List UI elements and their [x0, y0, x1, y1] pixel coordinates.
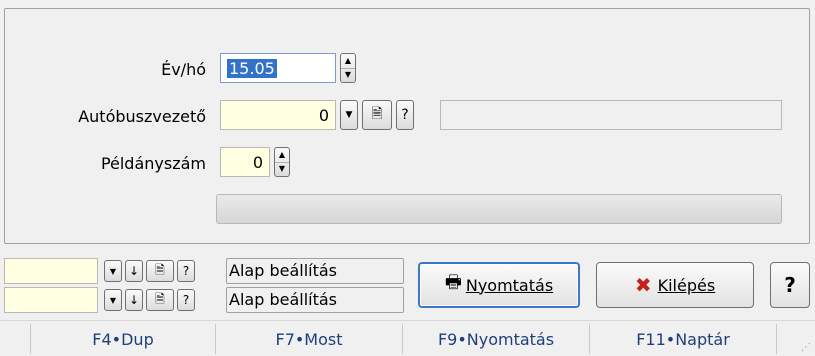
settings-input[interactable] — [4, 287, 98, 313]
spin-up-icon[interactable]: ▲ — [341, 54, 355, 69]
resize-grip-icon[interactable]: ⋰ — [801, 342, 811, 353]
status-f9-nyomtatas[interactable]: F9•Nyomtatás — [403, 321, 589, 356]
peldanyszam-spinner[interactable]: ▲ ▼ — [274, 147, 290, 177]
spin-down-icon[interactable]: ▼ — [275, 163, 289, 177]
status-separator — [776, 324, 777, 354]
arrow-down-icon: ↓ — [128, 293, 140, 307]
ev-ho-field[interactable]: 15.05 — [220, 53, 336, 83]
autobuszvezeto-field[interactable]: 0 — [220, 100, 336, 130]
chevron-down-icon: ▼ — [345, 110, 353, 120]
question-icon: ? — [401, 107, 409, 123]
question-icon: ? — [182, 293, 190, 307]
peldanyszam-label: Példányszám — [100, 154, 206, 173]
spin-down-icon[interactable]: ▼ — [341, 69, 355, 83]
progress-bar — [216, 194, 782, 224]
settings-document-button[interactable]: 🗎 — [146, 289, 174, 311]
settings-row-2: ▼ ↓ 🗎 ? Alap beállítás — [4, 287, 404, 313]
status-f7-most[interactable]: F7•Most — [216, 321, 402, 356]
arrow-down-icon: ↓ — [128, 264, 140, 278]
settings-help-button[interactable]: ? — [177, 289, 195, 311]
exit-button-label: Kilépés — [657, 275, 716, 295]
ev-ho-spinner[interactable]: ▲ ▼ — [340, 53, 356, 83]
settings-dropdown-button[interactable]: ▼ — [104, 289, 122, 311]
settings-label: Alap beállítás — [226, 287, 404, 313]
autobuszvezeto-value: 0 — [318, 105, 329, 125]
print-button[interactable]: 🖶 Nyomtatás — [418, 262, 580, 308]
settings-dropdown-button[interactable]: ▼ — [104, 260, 122, 282]
print-button-label: Nyomtatás — [465, 275, 554, 295]
status-bar: F4•Dup F7•Most F9•Nyomtatás F11•Naptár ⋰ — [0, 320, 815, 356]
settings-down-button[interactable]: ↓ — [125, 289, 143, 311]
question-icon: ? — [784, 273, 796, 297]
peldanyszam-value: 0 — [252, 152, 263, 172]
ev-ho-value: 15.05 — [227, 58, 277, 78]
printer-icon: 🖶 — [444, 272, 462, 293]
peldanyszam-field[interactable]: 0 — [220, 147, 270, 177]
settings-help-button[interactable]: ? — [177, 260, 195, 282]
exit-button[interactable]: ✖ Kilépés — [596, 262, 754, 308]
status-f11-naptar[interactable]: F11•Naptár — [590, 321, 776, 356]
autobuszvezeto-help-button[interactable]: ? — [396, 100, 414, 130]
settings-input[interactable] — [4, 258, 98, 284]
chevron-down-icon: ▼ — [109, 295, 117, 305]
settings-down-button[interactable]: ↓ — [125, 260, 143, 282]
document-icon: 🗎 — [155, 291, 165, 306]
autobuszvezeto-label: Autóbuszvezető — [78, 107, 206, 126]
autobuszvezeto-document-button[interactable]: 🗎 — [362, 100, 392, 130]
help-button[interactable]: ? — [770, 262, 810, 308]
document-icon: 🗎 — [371, 106, 383, 122]
spin-up-icon[interactable]: ▲ — [275, 148, 289, 163]
ev-ho-label: Év/hó — [161, 60, 206, 79]
document-icon: 🗎 — [155, 262, 165, 277]
settings-label: Alap beállítás — [226, 258, 404, 284]
status-f4-dup[interactable]: F4•Dup — [31, 321, 215, 356]
chevron-down-icon: ▼ — [109, 266, 117, 276]
autobuszvezeto-dropdown-button[interactable]: ▼ — [340, 100, 358, 130]
settings-row-1: ▼ ↓ 🗎 ? Alap beállítás — [4, 258, 404, 284]
settings-document-button[interactable]: 🗎 — [146, 260, 174, 282]
question-icon: ? — [182, 264, 190, 278]
autobuszvezeto-name-display — [440, 100, 782, 130]
close-icon: ✖ — [634, 273, 652, 297]
